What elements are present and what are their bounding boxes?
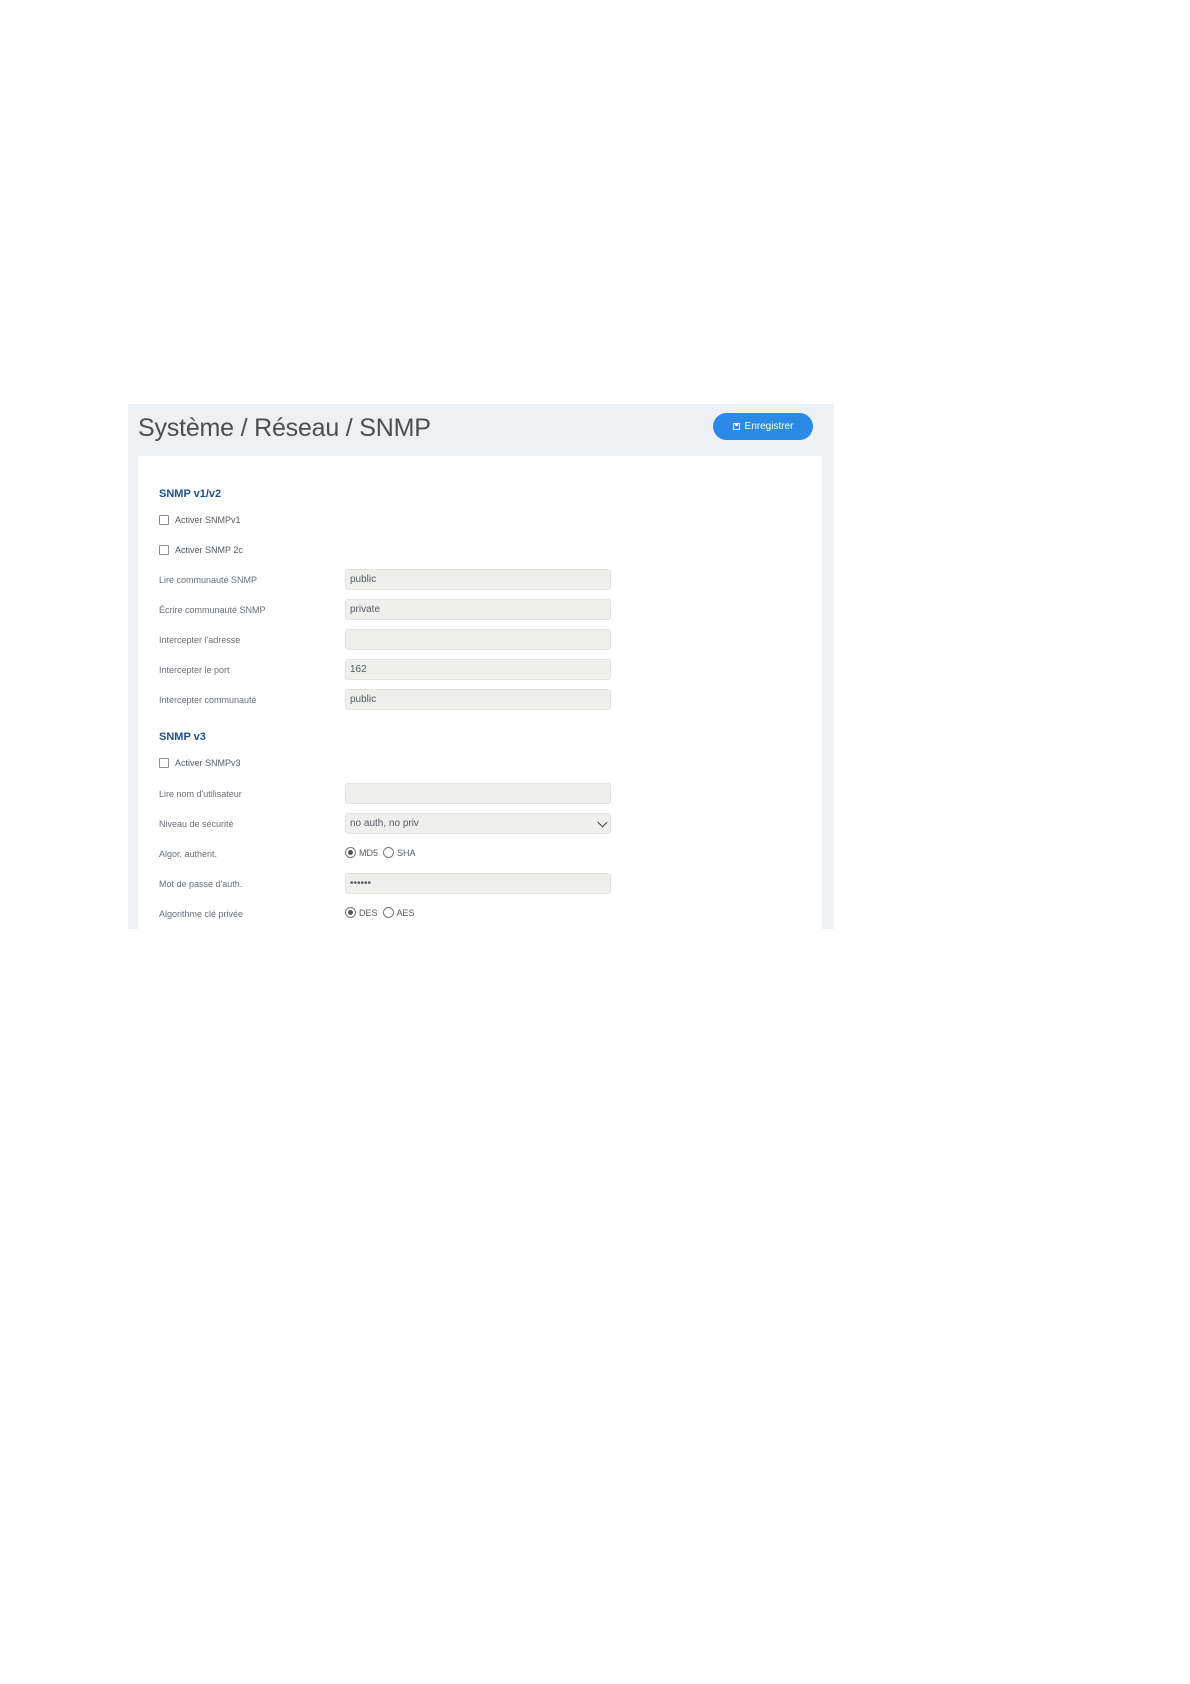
security-level-value: no auth, no priv (350, 818, 419, 829)
trap-port-input[interactable]: 162 (345, 659, 611, 680)
auth-algo-md5-label: MD5 (359, 847, 379, 858)
auth-algo-label: Algor. authent. (159, 849, 218, 859)
read-community-label: Lire communauté SNMP (159, 575, 258, 585)
save-icon (732, 423, 740, 430)
write-community-label: Écrire communauté SNMP (159, 605, 266, 615)
priv-algo-label: Algorithme clé privée (159, 909, 244, 919)
auth-algo-sha-label: SHA (397, 847, 416, 858)
auth-algo-md5-radio[interactable] (345, 847, 356, 858)
trap-community-label: Intercepter communauté (159, 695, 257, 705)
section-title-snmp-v3: SNMP v3 (159, 731, 206, 743)
write-community-input[interactable]: private (345, 599, 611, 620)
security-level-select[interactable]: no auth, no priv (345, 813, 611, 834)
enable-snmpv1-row[interactable]: Activer SNMPv1 (159, 515, 241, 525)
enable-snmpv1-label: Activer SNMPv1 (175, 515, 241, 525)
security-level-label: Niveau de sécurité (159, 819, 234, 829)
settings-card: SNMP v1/v2 Activer SNMPv1 Activer SNMP 2… (138, 456, 822, 929)
username-label: Lire nom d'utilisateur (159, 789, 242, 799)
enable-snmp2c-label: Activer SNMP 2c (175, 545, 243, 555)
auth-algo-sha-radio[interactable] (383, 847, 395, 858)
section-title-snmp-v1-v2: SNMP v1/v2 (159, 488, 222, 500)
trap-address-input[interactable] (345, 629, 611, 650)
enable-snmp2c-checkbox[interactable] (159, 545, 169, 555)
enable-snmpv3-row[interactable]: Activer SNMPv3 (159, 758, 241, 768)
enable-snmpv1-checkbox[interactable] (159, 515, 169, 525)
priv-algo-aes-label: AES (396, 907, 415, 918)
enable-snmpv3-checkbox[interactable] (159, 758, 169, 768)
page-title: Système / Réseau / SNMP (138, 414, 431, 442)
auth-algo-radio-group: MD5 SHA (345, 847, 418, 858)
read-community-input[interactable]: public (345, 569, 611, 590)
chevron-down-icon (597, 817, 608, 828)
priv-algo-radio-group: DES AES (345, 907, 417, 918)
trap-community-input[interactable]: public (345, 689, 611, 710)
save-button-label: Enregistrer (744, 421, 794, 432)
trap-port-label: Intercepter le port (159, 665, 230, 675)
priv-algo-des-label: DES (359, 907, 378, 918)
save-button[interactable]: Enregistrer (713, 413, 813, 440)
priv-algo-des-radio[interactable] (345, 907, 356, 918)
snmp-settings-panel: Système / Réseau / SNMP Enregistrer SNMP… (128, 404, 834, 929)
username-input[interactable] (345, 783, 611, 804)
priv-algo-aes-radio[interactable] (382, 907, 394, 918)
enable-snmp2c-row[interactable]: Activer SNMP 2c (159, 545, 243, 555)
enable-snmpv3-label: Activer SNMPv3 (175, 758, 241, 768)
auth-password-label: Mot de passe d'auth. (159, 879, 243, 889)
auth-password-input[interactable]: •••••• (345, 873, 611, 894)
trap-address-label: Intercepter l'adresse (159, 635, 241, 645)
